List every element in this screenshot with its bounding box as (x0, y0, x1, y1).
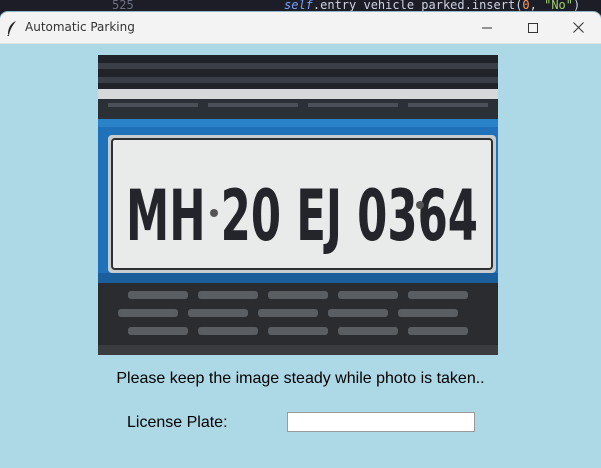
minimize-button[interactable] (464, 12, 510, 43)
window-title: Automatic Parking (25, 20, 135, 34)
plate-text: MH 20 EJ 0364 (126, 175, 478, 257)
maximize-icon (528, 22, 538, 33)
code-call: .entry_vehicle_parked.insert( (312, 0, 523, 12)
editor-line-number: 525 (112, 0, 134, 12)
code-number: 0 (522, 0, 530, 12)
code-separator: , (529, 0, 545, 12)
captured-plate-photo: MH 20 EJ 0364 (98, 55, 498, 355)
license-plate-label: License Plate: (127, 414, 228, 431)
editor-code-line: self.entry_vehicle_parked.insert(0, "No"… (284, 0, 580, 12)
status-message: Please keep the image steady while photo… (116, 370, 485, 387)
close-button[interactable] (555, 12, 601, 43)
license-plate-input[interactable] (287, 412, 475, 432)
close-icon (572, 22, 584, 33)
code-self: self (284, 0, 313, 12)
code-string: "No" (544, 0, 574, 12)
app-window: Automatic Parking MH 20 EJ 0364 Please k… (0, 12, 601, 468)
title-bar[interactable]: Automatic Parking (0, 12, 601, 44)
feather-icon (7, 21, 16, 36)
minimize-icon (482, 27, 492, 28)
maximize-button[interactable] (510, 12, 556, 43)
code-close-paren: ) (573, 0, 581, 12)
